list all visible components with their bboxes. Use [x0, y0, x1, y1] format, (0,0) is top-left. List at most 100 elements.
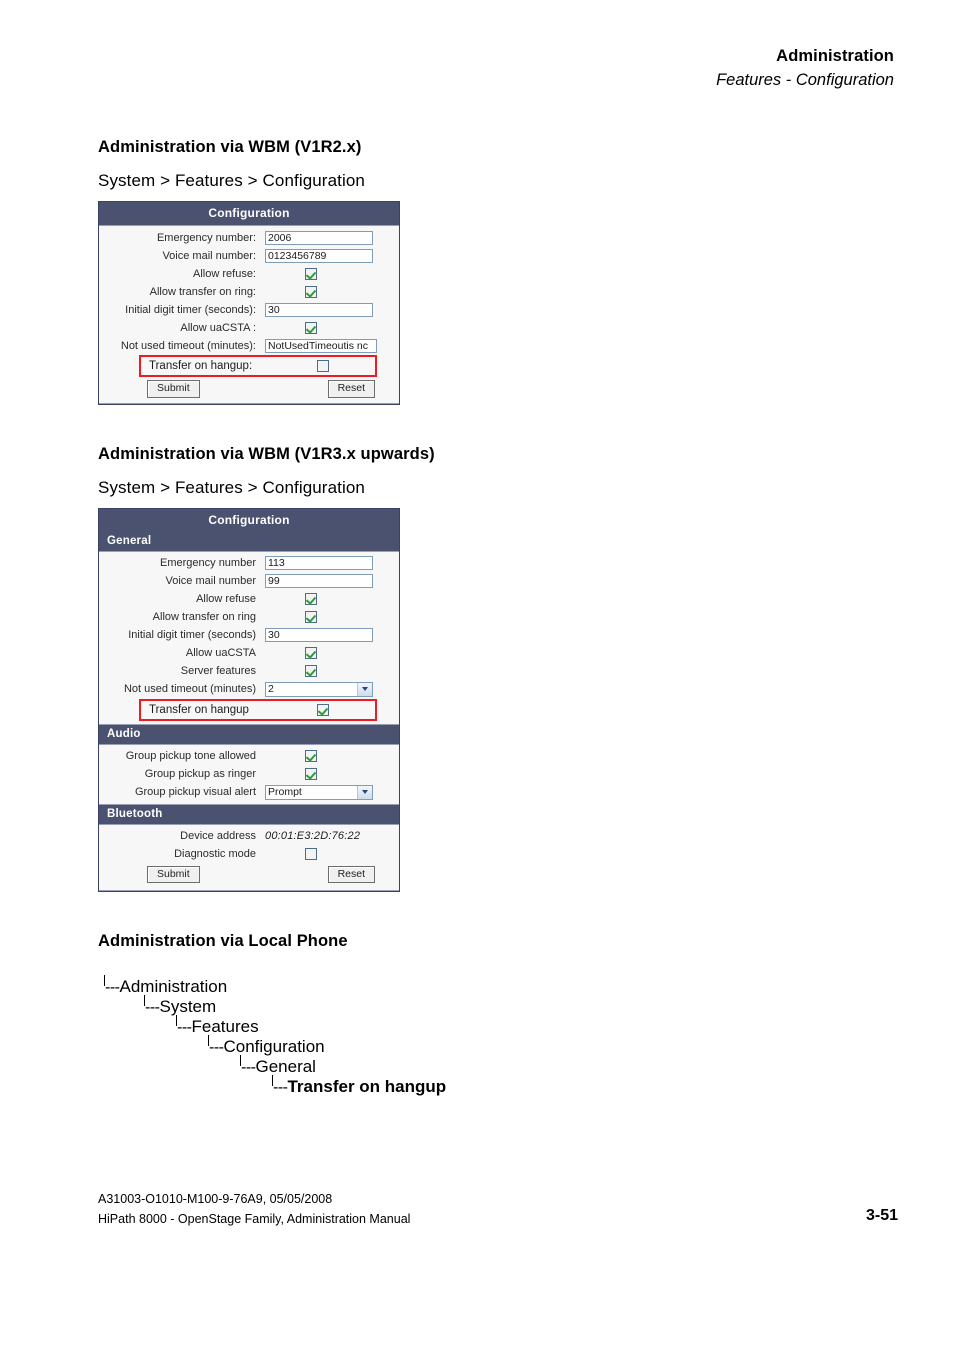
page-content: Administration via WBM (V1R2.x) System >… [98, 138, 898, 1097]
device-address-value: 00:01:E3:2D:76:22 [265, 830, 361, 843]
emergency-number-input-2[interactable] [265, 556, 373, 571]
page-footer: A31003-O1010-M100-9-76A9, 05/05/2008 HiP… [98, 1190, 898, 1229]
tree-dash: --- [273, 1079, 288, 1097]
tree-label-features: Features [191, 1017, 259, 1037]
emergency-number-input[interactable] [265, 230, 373, 245]
label-allow-transfer-on-ring: Allow transfer on ring: [149, 285, 256, 298]
field-row-group-pickup-visual-alert: Group pickup visual alert Prompt [105, 784, 393, 801]
tree-label-system: System [159, 997, 217, 1017]
not-used-timeout-input[interactable] [265, 338, 377, 353]
label-emergency-number-2: Emergency number [160, 557, 256, 570]
group-pickup-visual-alert-value: Prompt [268, 786, 302, 799]
label-allow-uacsta: Allow uaCSTA : [180, 321, 256, 334]
voice-mail-number-input[interactable] [265, 248, 373, 263]
panel2-reset-button[interactable]: Reset [327, 865, 375, 884]
group-pickup-visual-alert-select[interactable]: Prompt [265, 784, 373, 800]
tree-label-administration: Administration [119, 977, 228, 997]
panel1-body: Emergency number: Voice mail number: All… [99, 225, 399, 404]
panel1-highlight-wrapper: Transfer on hangup: [105, 355, 393, 377]
header-title: Administration [776, 47, 894, 65]
label-transfer-on-hangup: Transfer on hangup: [149, 360, 253, 372]
voice-mail-number-input-2[interactable] [265, 574, 373, 589]
label-allow-transfer-on-ring-2: Allow transfer on ring [152, 611, 256, 624]
tree-dash: --- [177, 1019, 192, 1037]
panel2-general-body: Emergency number Voice mail number Allow… [99, 550, 399, 725]
server-features-checkbox[interactable] [305, 665, 317, 678]
group-pickup-tone-checkbox[interactable] [305, 750, 317, 763]
label-device-address: Device address [180, 830, 256, 843]
tree-node-configuration: ---Configuration [208, 1035, 898, 1057]
field-row-emergency-number: Emergency number: [105, 229, 393, 246]
allow-refuse-checkbox-2[interactable] [305, 593, 317, 606]
wbm-panel-v1r2: Configuration Emergency number: Voice ma… [98, 201, 400, 405]
footer-line-2: HiPath 8000 - OpenStage Family, Administ… [98, 1211, 411, 1226]
not-used-timeout-select[interactable]: 2 [265, 681, 373, 697]
section-heading-local-phone: Administration via Local Phone [98, 932, 348, 951]
breadcrumb-wbm-v1r2: System > Features > Configuration [98, 171, 365, 190]
tree-label-configuration: Configuration [223, 1037, 325, 1057]
label-allow-refuse: Allow refuse: [193, 267, 256, 280]
label-initial-digit-timer: Initial digit timer (seconds): [125, 303, 256, 316]
allow-refuse-checkbox[interactable] [305, 267, 317, 280]
panel2-group-audio: Audio [99, 724, 399, 744]
label-not-used-timeout-2: Not used timeout (minutes) [123, 683, 256, 696]
field-row-transfer-on-hangup-2: Transfer on hangup [141, 701, 375, 719]
label-not-used-timeout: Not used timeout (minutes): [120, 339, 256, 352]
panel1-title: Configuration [99, 202, 399, 225]
label-allow-refuse-2: Allow refuse [196, 593, 256, 606]
label-group-pickup-tone: Group pickup tone allowed [125, 750, 256, 763]
label-group-pickup-ringer: Group pickup as ringer [144, 768, 256, 781]
initial-digit-timer-input-2[interactable] [265, 628, 373, 643]
page-number: 3-51 [865, 1207, 898, 1225]
tree-node-features: ---Features [176, 1015, 898, 1037]
group-pickup-ringer-checkbox[interactable] [305, 768, 317, 781]
highlight-box-transfer-on-hangup-2: Transfer on hangup [139, 698, 377, 721]
tree-dash: --- [145, 999, 160, 1017]
field-row-allow-transfer-on-ring-2: Allow transfer on ring [105, 609, 393, 626]
diagnostic-mode-checkbox[interactable] [305, 848, 317, 861]
label-group-pickup-visual-alert: Group pickup visual alert [134, 786, 256, 799]
field-row-allow-uacsta: Allow uaCSTA : [105, 319, 393, 336]
panel2-submit-button[interactable]: Submit [147, 865, 200, 884]
breadcrumb-wbm-v1r3: System > Features > Configuration [98, 477, 365, 497]
label-allow-uacsta-2: Allow uaCSTA [185, 647, 256, 660]
allow-transfer-on-ring-checkbox-2[interactable] [305, 611, 317, 624]
chevron-down-icon[interactable] [357, 682, 372, 696]
panel2-button-row: Submit Reset [105, 864, 393, 887]
label-server-features: Server features [180, 665, 256, 678]
allow-uacsta-checkbox[interactable] [305, 321, 317, 334]
tree-label-general: General [255, 1057, 316, 1077]
transfer-on-hangup-checkbox-2[interactable] [317, 703, 329, 716]
allow-uacsta-checkbox-2[interactable] [305, 647, 317, 660]
footer-line-1: A31003-O1010-M100-9-76A9, 05/05/2008 [98, 1192, 333, 1207]
field-row-group-pickup-tone: Group pickup tone allowed [105, 748, 393, 765]
label-emergency-number: Emergency number: [156, 231, 256, 244]
tree-dash: --- [209, 1039, 224, 1057]
tree-dash: --- [105, 979, 120, 997]
field-row-voice-mail-number-2: Voice mail number [105, 573, 393, 590]
panel1-submit-button[interactable]: Submit [147, 380, 200, 398]
label-diagnostic-mode: Diagnostic mode [174, 848, 256, 861]
panel1-reset-button[interactable]: Reset [327, 380, 375, 398]
header-subtitle: Features - Configuration [716, 70, 894, 89]
initial-digit-timer-input[interactable] [265, 302, 373, 317]
field-row-allow-refuse: Allow refuse: [105, 265, 393, 282]
label-voice-mail-number: Voice mail number: [162, 249, 256, 262]
footer-text: A31003-O1010-M100-9-76A9, 05/05/2008 HiP… [98, 1190, 410, 1229]
field-row-initial-digit-timer: Initial digit timer (seconds): [105, 301, 393, 318]
panel2-bluetooth-body: Device address 00:01:E3:2D:76:22 Diagnos… [99, 823, 399, 892]
chevron-down-icon[interactable] [357, 785, 372, 799]
field-row-allow-uacsta-2: Allow uaCSTA [105, 645, 393, 662]
panel2-highlight-wrapper: Transfer on hangup [105, 698, 393, 721]
highlight-box-transfer-on-hangup: Transfer on hangup: [139, 355, 377, 377]
field-row-not-used-timeout: Not used timeout (minutes): [105, 337, 393, 354]
transfer-on-hangup-checkbox[interactable] [317, 360, 329, 372]
section-heading-wbm-v1r3: Administration via WBM (V1R3.x upwards) [98, 444, 435, 463]
panel2-group-bluetooth: Bluetooth [99, 804, 399, 824]
field-row-not-used-timeout-2: Not used timeout (minutes) 2 [105, 681, 393, 698]
label-transfer-on-hangup-2: Transfer on hangup [149, 703, 249, 716]
allow-transfer-on-ring-checkbox[interactable] [305, 285, 317, 298]
tree-dash: --- [241, 1059, 256, 1077]
section-heading-wbm-v1r2: Administration via WBM (V1R2.x) [98, 138, 362, 156]
tree-node-system: ---System [144, 995, 898, 1017]
